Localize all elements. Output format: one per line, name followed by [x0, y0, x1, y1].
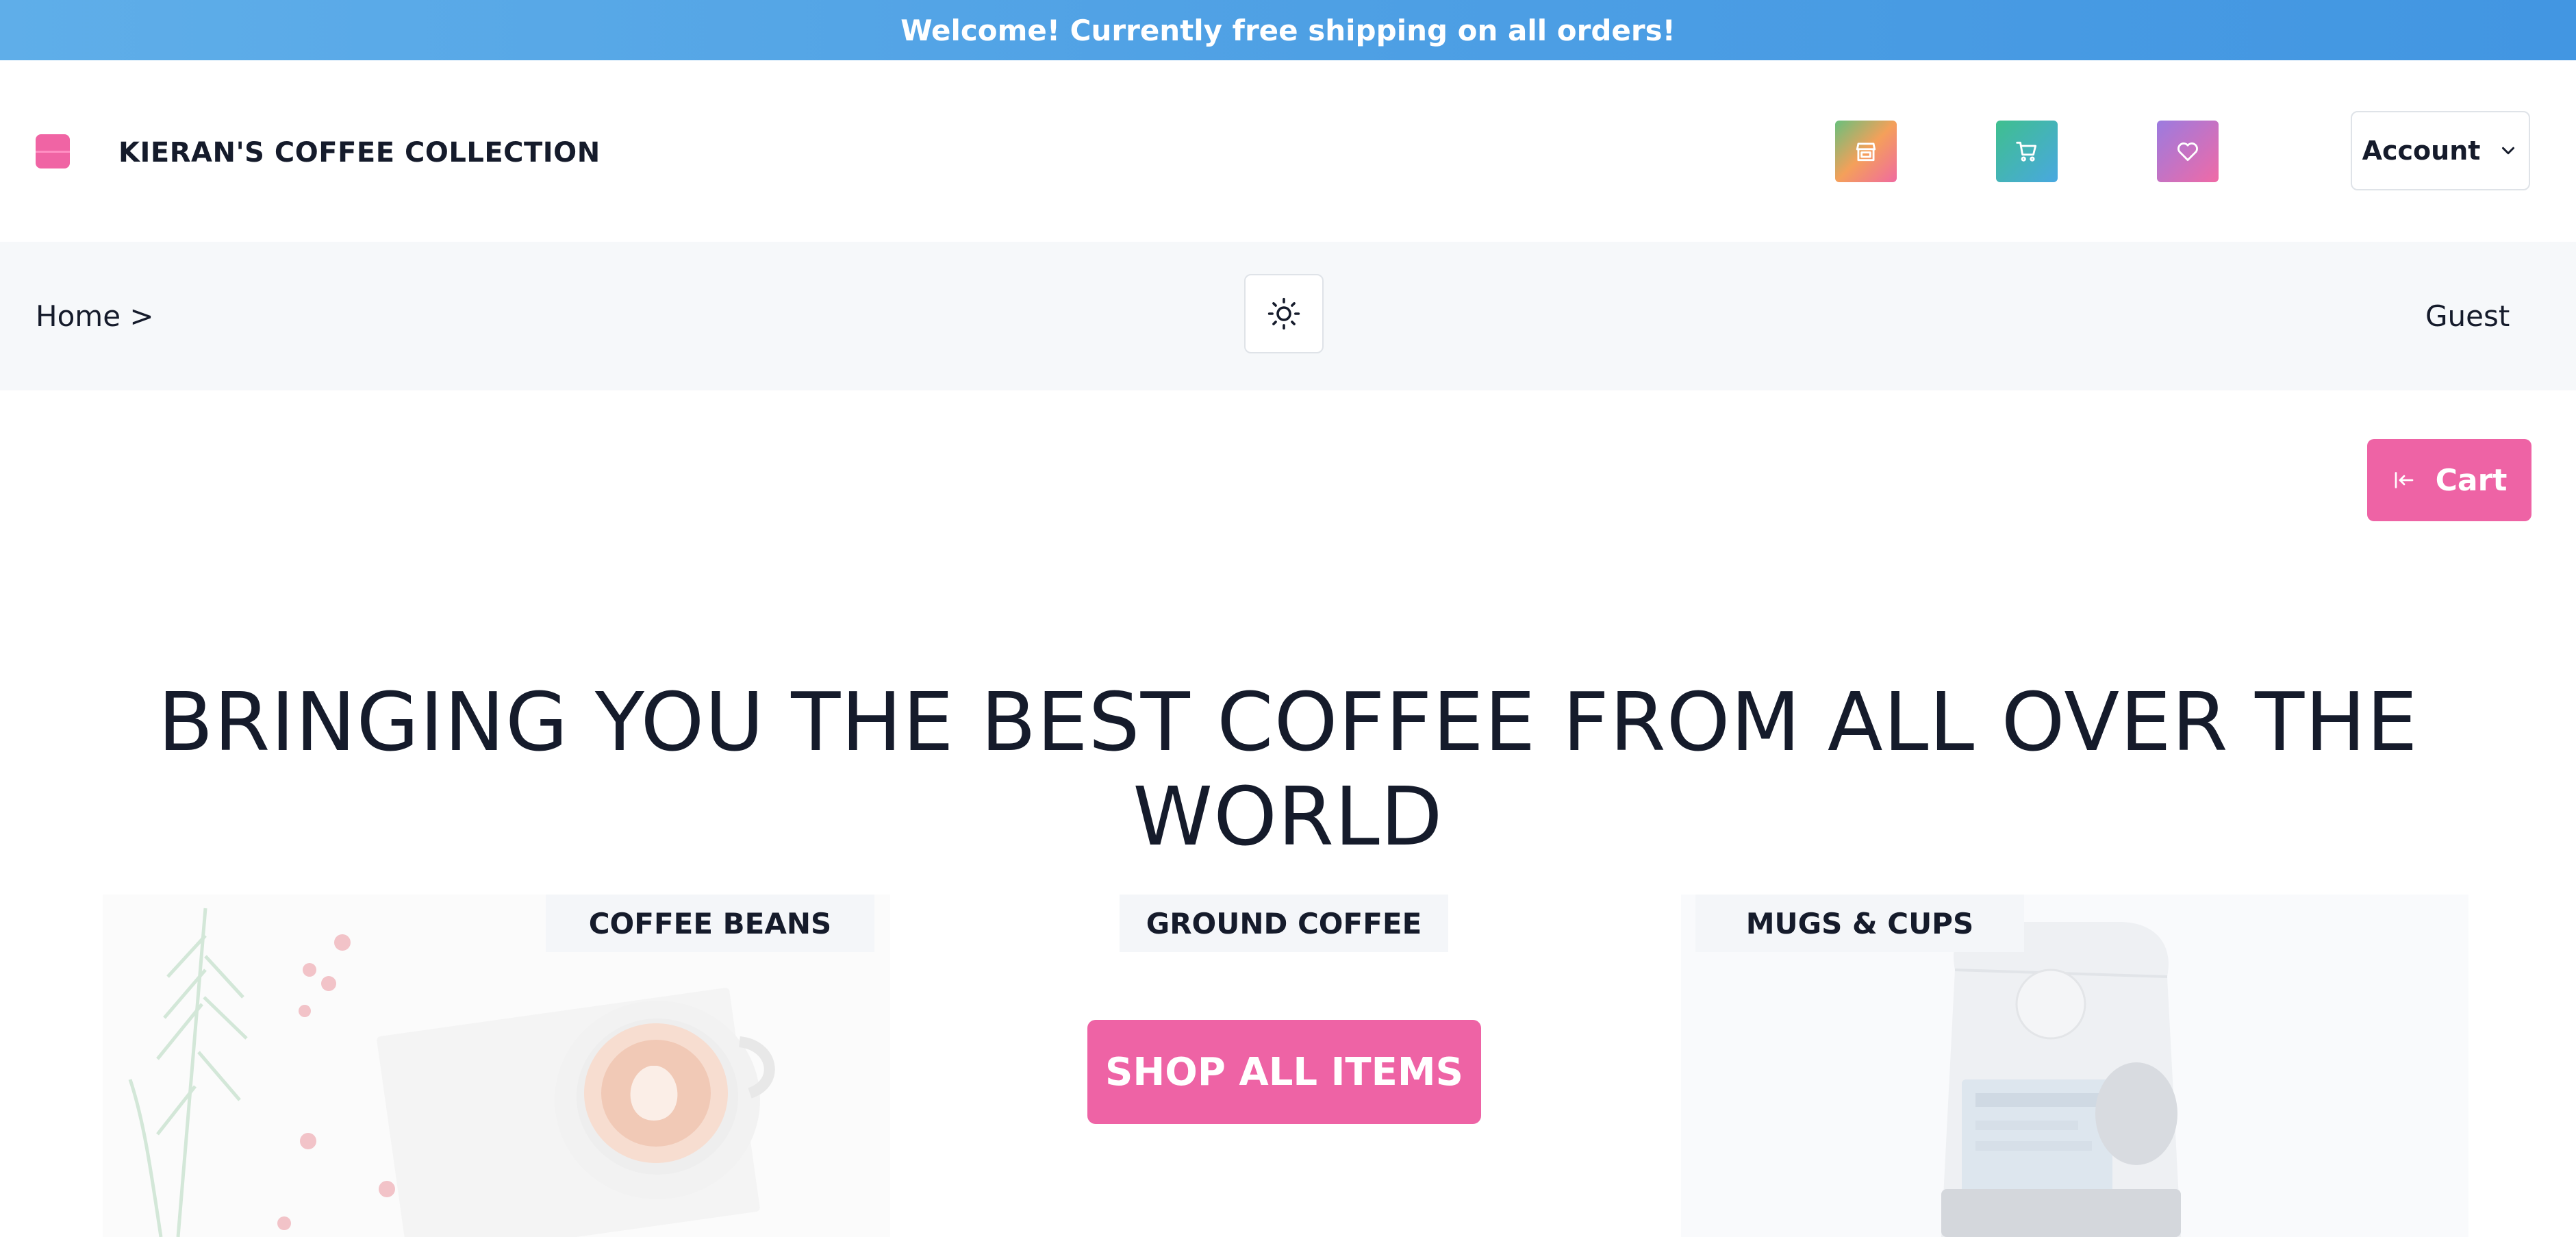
site-brand[interactable]: KIERAN'S COFFEE COLLECTION: [118, 137, 601, 168]
chevron-down-icon: [2502, 147, 2515, 155]
shopping-cart-icon[interactable]: [1996, 121, 2058, 182]
category-coffee-beans[interactable]: COFFEE BEANS: [546, 895, 874, 952]
breadcrumb[interactable]: Home >: [36, 299, 154, 333]
heart-icon[interactable]: [2157, 121, 2219, 182]
hero-title: BRINGING YOU THE BEST COFFEE FROM ALL OV…: [157, 675, 2419, 864]
menu-toggle-button[interactable]: [36, 134, 70, 168]
announcement-banner: Welcome! Currently free shipping on all …: [0, 0, 2576, 60]
account-label: Account: [2362, 136, 2481, 166]
account-dropdown-button[interactable]: Account: [2351, 111, 2530, 190]
store-icon[interactable]: [1835, 121, 1897, 182]
cart-button[interactable]: Cart: [2367, 439, 2531, 521]
sub-navigation-bar: Home > Guest: [0, 242, 2576, 390]
site-header: KIERAN'S COFFEE COLLECTION Account: [0, 60, 2576, 242]
cart-button-label: Cart: [2435, 462, 2508, 498]
shop-all-label: SHOP ALL ITEMS: [1105, 1049, 1463, 1095]
arrow-left-to-bar-icon: [2395, 472, 2413, 488]
banner-text: Welcome! Currently free shipping on all …: [900, 13, 1676, 47]
user-status: Guest: [2425, 299, 2510, 333]
shop-all-items-button[interactable]: SHOP ALL ITEMS: [1087, 1020, 1481, 1124]
category-mugs-and-cups[interactable]: MUGS & CUPS: [1695, 895, 2024, 952]
theme-toggle-button[interactable]: [1244, 274, 1324, 353]
sun-icon: [1267, 297, 1300, 330]
category-ground-coffee[interactable]: GROUND COFFEE: [1120, 895, 1448, 952]
